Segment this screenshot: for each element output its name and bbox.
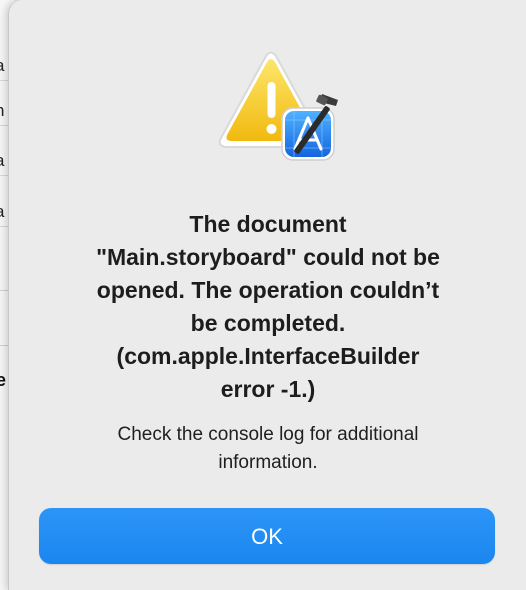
warning-xcode-icon: [218, 51, 338, 161]
alert-dialog: The document "Main.storyboard" could not…: [8, 0, 526, 590]
alert-title: The document "Main.storyboard" could not…: [9, 208, 526, 406]
warning-icon: [214, 50, 344, 170]
alert-title-line: The document: [189, 211, 347, 237]
ok-button[interactable]: OK: [39, 508, 495, 564]
alert-title-line: error -1.): [220, 376, 316, 402]
alert-message-line: information.: [218, 452, 318, 473]
alert-title-line: be completed.: [190, 310, 346, 336]
alert-title-line: (com.apple.InterfaceBuilder: [116, 343, 420, 369]
background-label: e: [0, 370, 7, 390]
alert-title-line: opened. The operation couldn’t: [96, 277, 440, 303]
screen: a h a a e: [0, 0, 526, 590]
alert-title-line: "Main.storyboard" could not be: [96, 244, 440, 270]
alert-message-line: Check the console log for additional: [117, 424, 419, 445]
alert-message: Check the console log for additional inf…: [9, 421, 526, 477]
